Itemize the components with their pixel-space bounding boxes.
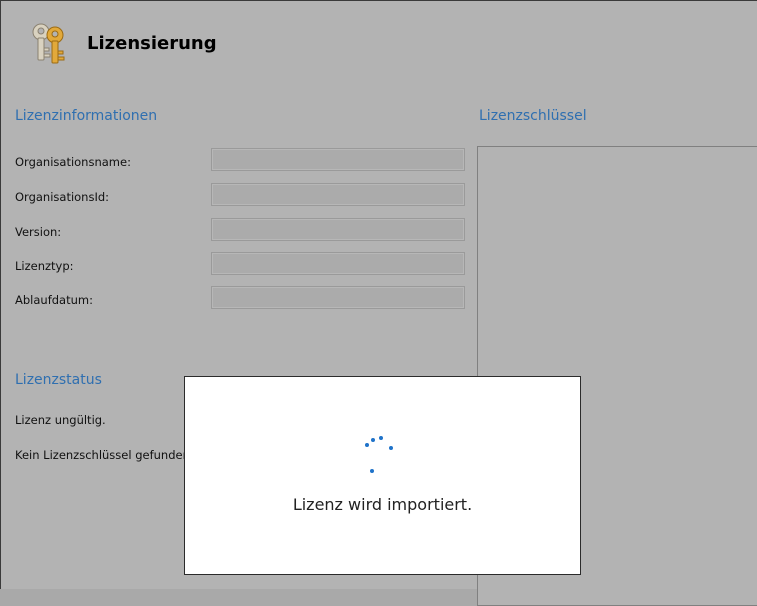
license-status-detail: Kein Lizenzschlüssel gefunden. bbox=[15, 448, 194, 462]
org-name-label: Organisationsname: bbox=[15, 155, 131, 169]
license-status-line: Lizenz ungültig. bbox=[15, 413, 106, 427]
org-id-label: OrganisationsId: bbox=[15, 190, 110, 204]
license-type-field[interactable] bbox=[211, 252, 465, 275]
license-key-title: Lizenzschlüssel bbox=[479, 108, 587, 124]
loading-spinner-icon bbox=[359, 433, 399, 477]
import-progress-dialog: Lizenz wird importiert. bbox=[184, 376, 581, 575]
org-id-field[interactable] bbox=[211, 183, 465, 206]
keys-icon bbox=[32, 23, 65, 64]
expiry-date-field[interactable] bbox=[211, 286, 465, 309]
license-info-title: Lizenzinformationen bbox=[15, 108, 158, 124]
version-field[interactable] bbox=[211, 218, 465, 241]
license-status-title: Lizenzstatus bbox=[15, 372, 102, 388]
expiry-date-label: Ablaufdatum: bbox=[15, 293, 93, 307]
import-status-message: Lizenz wird importiert. bbox=[292, 495, 473, 514]
license-type-label: Lizenztyp: bbox=[15, 259, 74, 273]
org-name-field[interactable] bbox=[211, 148, 465, 171]
page-title: Lizensierung bbox=[87, 33, 217, 54]
version-label: Version: bbox=[15, 225, 62, 239]
licensing-window: Lizensierung Lizenzinformationen Organis… bbox=[0, 0, 757, 606]
header: Lizensierung bbox=[1, 1, 757, 89]
